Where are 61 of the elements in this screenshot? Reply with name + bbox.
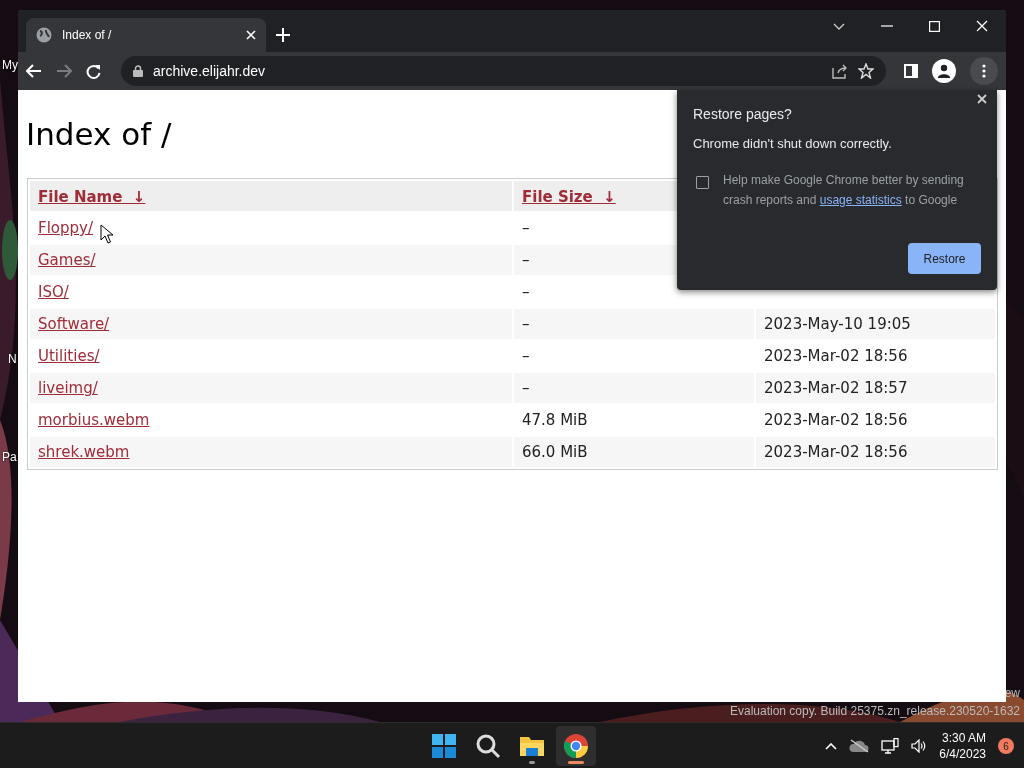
file-link[interactable]: liveimg/ xyxy=(38,379,98,397)
table-cell: – xyxy=(514,309,754,339)
file-link[interactable]: Games/ xyxy=(38,251,96,269)
file-link[interactable]: Software/ xyxy=(38,315,110,333)
lock-icon xyxy=(133,65,143,77)
restore-button[interactable]: Restore xyxy=(908,243,981,274)
table-cell-text: 2023-Mar-02 18:56 xyxy=(763,410,909,431)
person-icon xyxy=(937,64,951,78)
table-cell-text: 2023-Mar-02 18:56 xyxy=(763,346,909,367)
table-cell-text: – xyxy=(521,282,531,303)
consent-text: Help make Google Chrome better by sending crash reports and usage statistics to Google xyxy=(723,172,965,209)
desktop-icon-label[interactable]: My xyxy=(2,58,18,72)
table-cell: 2023-Mar-02 18:56 xyxy=(756,437,995,467)
desktop-icon-label[interactable]: Pa xyxy=(2,450,17,464)
checkbox[interactable] xyxy=(696,176,709,189)
menu-button[interactable] xyxy=(970,57,998,85)
maximize-icon[interactable] xyxy=(929,20,940,32)
file-link[interactable]: Utilities/ xyxy=(38,347,100,365)
globe-icon xyxy=(36,27,52,43)
sort-link[interactable]: File Size ↓ xyxy=(522,187,616,206)
table-cell-text: – xyxy=(521,218,531,239)
back-arrow-icon[interactable] xyxy=(26,64,42,78)
star-icon[interactable] xyxy=(858,63,874,79)
table-cell: – xyxy=(514,373,754,403)
table-cell-text: – xyxy=(521,346,531,367)
table-cell: 2023-May-10 19:05 xyxy=(756,309,995,339)
network-icon[interactable] xyxy=(881,738,900,754)
page-heading: Index of / xyxy=(26,116,172,152)
chrome-icon xyxy=(562,732,590,760)
dialog-message: Chrome didn't shut down correctly. xyxy=(693,136,893,151)
desktop-icon-label[interactable]: N xyxy=(8,352,17,366)
reload-icon[interactable] xyxy=(86,63,101,79)
browser-tab[interactable]: Index of / xyxy=(26,18,266,52)
dialog-title: Restore pages? xyxy=(693,106,793,122)
share-icon[interactable] xyxy=(832,63,848,79)
usage-statistics-link[interactable]: usage statistics xyxy=(819,193,902,207)
clock-time[interactable]: 3:30 AM xyxy=(941,730,986,746)
forward-arrow-icon[interactable] xyxy=(56,64,72,78)
cloud-off-icon[interactable] xyxy=(849,739,870,753)
file-link[interactable]: Floppy/ xyxy=(38,219,93,237)
side-panel-icon[interactable] xyxy=(904,64,918,78)
clock-date[interactable]: 6/4/2023 xyxy=(939,746,986,762)
table-cell-text: 47.8 MiB xyxy=(521,410,589,431)
chevron-down-icon[interactable] xyxy=(833,22,845,30)
search-icon xyxy=(474,732,502,760)
windows-logo-icon xyxy=(430,732,458,760)
taskbar-button[interactable] xyxy=(556,726,596,766)
address-bar[interactable]: archive.elijahr.dev xyxy=(121,56,886,86)
table-cell: 66.0 MiB xyxy=(514,437,754,467)
close-icon[interactable] xyxy=(977,94,987,104)
chevron-up-icon[interactable] xyxy=(825,742,838,750)
file-link[interactable]: morbius.webm xyxy=(38,411,150,429)
speaker-icon[interactable] xyxy=(911,739,928,753)
file-link[interactable]: shrek.webm xyxy=(38,443,130,461)
table-cell: 2023-Mar-02 18:57 xyxy=(756,373,995,403)
new-tab-icon[interactable] xyxy=(276,28,290,42)
file-link[interactable]: ISO/ xyxy=(38,283,69,301)
more-icon xyxy=(982,64,986,78)
profile-icon[interactable] xyxy=(932,59,956,83)
sort-link[interactable]: File Name ↓ xyxy=(38,187,146,206)
notification-badge[interactable]: 6 xyxy=(998,738,1014,754)
